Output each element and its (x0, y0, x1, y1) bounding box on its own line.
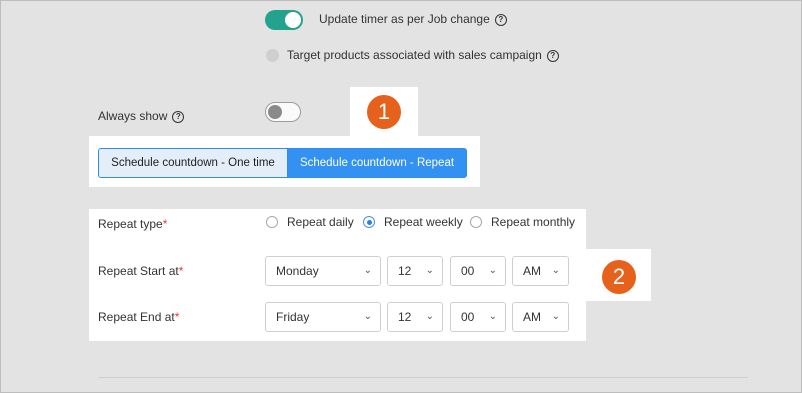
chevron-down-icon: ⌄ (488, 311, 497, 322)
start-minute-select[interactable]: 00 ⌄ (450, 256, 506, 286)
chevron-down-icon: ⌄ (488, 265, 497, 276)
radio-repeat-weekly-label[interactable]: Repeat weekly (384, 215, 463, 229)
required-mark: * (162, 217, 168, 231)
question-circle-icon[interactable]: ? (546, 49, 559, 62)
radio-repeat-daily[interactable] (266, 216, 278, 228)
chevron-down-icon: ⌄ (363, 265, 372, 276)
chevron-down-icon: ⌄ (551, 265, 560, 276)
end-day-value: Friday (276, 310, 310, 324)
tab-schedule-one-time[interactable]: Schedule countdown - One time (98, 148, 288, 178)
toggle-knob (268, 105, 282, 119)
always-show-row: Always show? (98, 109, 185, 123)
toggle-knob (285, 12, 301, 28)
chevron-down-icon: ⌄ (363, 311, 372, 322)
radio-dot (366, 219, 372, 225)
repeat-end-label: Repeat End at* (98, 310, 179, 324)
always-show-label: Always show (98, 109, 168, 123)
start-minute-value: 00 (461, 264, 475, 278)
start-day-select[interactable]: Monday ⌄ (265, 256, 381, 286)
end-ampm-value: AM (523, 310, 541, 324)
target-products-row: Target products associated with sales ca… (287, 48, 559, 62)
radio-repeat-weekly[interactable] (363, 216, 375, 228)
update-timer-row: Update timer as per Job change? (319, 12, 507, 26)
end-hour-select[interactable]: 12 ⌄ (387, 302, 443, 332)
update-timer-toggle[interactable] (265, 10, 303, 30)
repeat-start-label-text: Repeat Start at (98, 264, 179, 278)
radio-repeat-monthly[interactable] (470, 216, 482, 228)
step-badge-2: 2 (602, 260, 636, 294)
repeat-end-label-text: Repeat End at (98, 310, 175, 324)
start-day-value: Monday (276, 264, 319, 278)
end-day-select[interactable]: Friday ⌄ (265, 302, 381, 332)
section-divider (98, 377, 748, 378)
settings-panel: Update timer as per Job change? Target p… (0, 0, 802, 393)
start-hour-value: 12 (398, 264, 412, 278)
tab-schedule-repeat[interactable]: Schedule countdown - Repeat (287, 148, 467, 178)
target-products-label: Target products associated with sales ca… (287, 48, 542, 62)
end-minute-value: 00 (461, 310, 475, 324)
required-mark: * (178, 264, 184, 278)
update-timer-label: Update timer as per Job change (319, 12, 490, 26)
radio-repeat-daily-label[interactable]: Repeat daily (287, 215, 354, 229)
required-mark: * (174, 310, 180, 324)
chevron-down-icon: ⌄ (551, 311, 560, 322)
chevron-down-icon: ⌄ (425, 265, 434, 276)
repeat-type-label: Repeat type* (98, 217, 167, 231)
end-ampm-select[interactable]: AM ⌄ (512, 302, 569, 332)
repeat-type-label-text: Repeat type (98, 217, 163, 231)
radio-repeat-monthly-label[interactable]: Repeat monthly (491, 215, 575, 229)
target-products-toggle[interactable] (266, 49, 279, 62)
repeat-start-label: Repeat Start at* (98, 264, 183, 278)
question-circle-icon[interactable]: ? (172, 110, 185, 123)
step-badge-1: 1 (367, 95, 401, 129)
chevron-down-icon: ⌄ (425, 311, 434, 322)
start-ampm-select[interactable]: AM ⌄ (512, 256, 569, 286)
end-minute-select[interactable]: 00 ⌄ (450, 302, 506, 332)
start-hour-select[interactable]: 12 ⌄ (387, 256, 443, 286)
start-ampm-value: AM (523, 264, 541, 278)
always-show-toggle[interactable] (265, 102, 301, 122)
question-circle-icon[interactable]: ? (494, 13, 507, 26)
end-hour-value: 12 (398, 310, 412, 324)
